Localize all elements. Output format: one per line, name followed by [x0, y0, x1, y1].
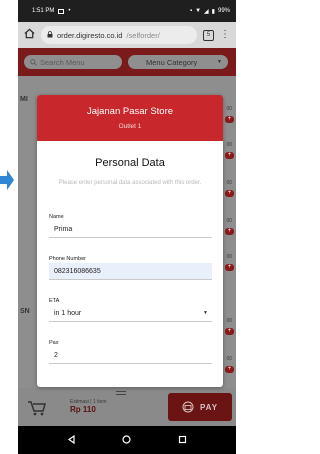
url-path: /selforder/ — [126, 30, 160, 40]
home-circle-icon[interactable] — [122, 431, 132, 449]
browser-toolbar: order.digiresto.co.id/selforder/ 5 ⋮ — [18, 22, 236, 48]
address-bar[interactable]: order.digiresto.co.id/selforder/ — [41, 26, 197, 44]
lock-icon — [47, 30, 53, 40]
personal-data-modal: Jajanan Pasar Store Outlet 1 Personal Da… — [37, 95, 223, 387]
pay-button[interactable]: PAY — [168, 393, 232, 421]
eta-select[interactable]: in 1 hour ▼ — [49, 305, 212, 322]
drag-handle-icon[interactable] — [116, 391, 126, 395]
phone-field[interactable]: 082316086635 — [49, 263, 212, 280]
price-fragment: 00 — [226, 142, 232, 148]
cart-summary-bar: Estimasi | 1 item Rp 110 PAY — [18, 388, 236, 426]
wifi-icon: ▼ — [195, 8, 202, 14]
estimate-price: Rp 110 — [70, 405, 96, 414]
chevron-down-icon: ▼ — [203, 310, 208, 316]
menu-category-label: Menu Category — [146, 57, 198, 67]
notification-dot-icon: • — [68, 8, 71, 14]
search-icon — [30, 58, 37, 66]
menu-search-bar: Search Menu Menu Category ▼ — [18, 48, 236, 76]
eta-label: ETA — [49, 298, 60, 304]
add-item-button[interactable]: + — [225, 190, 234, 197]
menu-category-select[interactable]: Menu Category ▼ — [128, 55, 228, 69]
back-icon[interactable] — [67, 431, 76, 449]
section-label: MI — [20, 96, 28, 103]
modal-subtitle: Please enter personal data associated wi… — [58, 180, 202, 186]
add-item-button[interactable]: + — [225, 366, 234, 373]
menu-search-placeholder: Search Menu — [40, 57, 85, 67]
modal-title: Personal Data — [95, 157, 165, 169]
pax-label: Pax — [49, 340, 59, 346]
name-field[interactable]: Prima — [49, 221, 212, 238]
price-fragment: 00 — [226, 254, 232, 260]
store-name: Jajanan Pasar Store — [86, 106, 174, 117]
pax-field[interactable]: 2 — [49, 347, 212, 364]
android-nav-bar — [18, 426, 236, 454]
eta-value: in 1 hour — [54, 309, 82, 317]
price-fragment: 00 — [226, 318, 232, 324]
home-icon[interactable] — [24, 26, 35, 44]
price-fragment: 00 — [226, 106, 232, 112]
estimate-block: Estimasi | 1 item Rp 110 — [70, 399, 107, 414]
price-fragment: 00 — [226, 218, 232, 224]
add-item-button[interactable]: + — [225, 116, 234, 123]
price-fragment: 00 — [226, 356, 232, 362]
outlet-name: Outlet 1 — [118, 123, 142, 130]
status-bar: 1:51 PM • ▪ ▼ ◢ ▮ 99% — [18, 0, 236, 22]
screenshot-icon — [58, 8, 65, 14]
phone-label: Phone Number — [49, 256, 86, 262]
modal-header: Jajanan Pasar Store Outlet 1 — [37, 95, 223, 141]
price-fragment: 00 — [226, 180, 232, 186]
chevron-down-icon: ▼ — [217, 59, 222, 65]
vibrate-icon: ▪ — [189, 8, 193, 14]
add-item-button[interactable]: + — [225, 228, 234, 235]
pay-label: PAY — [199, 402, 219, 412]
wallet-icon — [182, 401, 194, 413]
battery-level: 99% — [217, 8, 230, 14]
name-label: Name — [49, 214, 64, 220]
browser-menu-icon[interactable]: ⋮ — [220, 30, 230, 40]
signal-icon: ◢ — [204, 8, 209, 15]
add-item-button[interactable]: + — [225, 152, 234, 159]
url-host: order.digiresto.co.id — [57, 30, 123, 40]
menu-search-input[interactable]: Search Menu — [24, 55, 122, 69]
pointer-arrow-icon — [0, 165, 14, 195]
recents-icon[interactable] — [178, 431, 187, 449]
battery-icon: ▮ — [211, 8, 215, 15]
add-item-button[interactable]: + — [225, 328, 234, 335]
section-label: SN — [20, 308, 30, 315]
tab-switcher-button[interactable]: 5 — [203, 29, 214, 41]
status-time: 1:51 PM — [32, 8, 55, 14]
cart-icon[interactable] — [26, 397, 48, 417]
add-item-button[interactable]: + — [225, 264, 234, 271]
